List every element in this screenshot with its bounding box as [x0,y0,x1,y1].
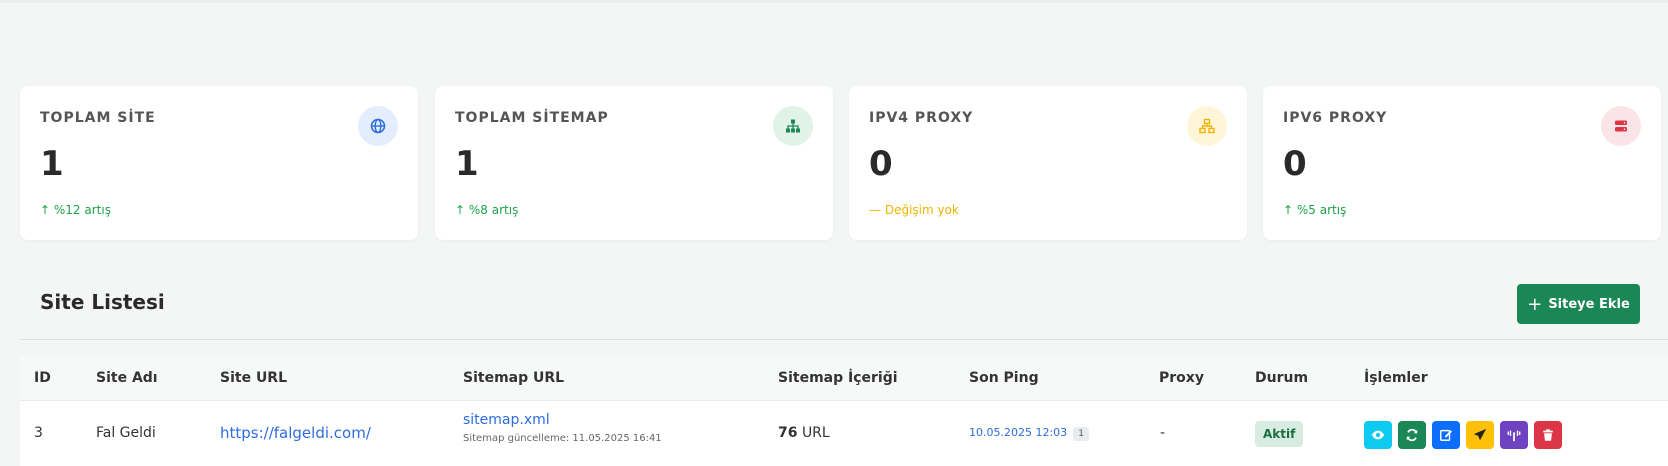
trash-icon [1543,429,1553,441]
stats-cards: TOPLAM SİTE 1 ↑ %12 artış TOPLAM SİTEMAP… [20,86,1668,240]
row-sitemap-link[interactable]: sitemap.xml [463,412,550,428]
col-last-ping: Son Ping [969,370,1039,386]
stat-card-total-sites: TOPLAM SİTE 1 ↑ %12 artış [20,86,418,240]
stat-value: 0 [869,144,893,184]
plus-icon: + [1527,293,1543,315]
stat-trend-text: %5 artış [1296,203,1347,217]
col-proxy: Proxy [1159,370,1204,386]
stat-title: TOPLAM SİTEMAP [455,110,609,126]
stat-title: IPV4 PROXY [869,110,974,126]
ping-button[interactable] [1500,421,1528,449]
section-title: Site Listesi [40,290,165,314]
server-icon [1601,106,1641,146]
stat-value: 1 [40,144,64,184]
col-sitemap-content: Sitemap İçeriği [778,370,898,386]
row-last-ping: 10.05.2025 12:03 1 [969,424,1089,441]
stat-trend: — Değişim yok [869,203,959,217]
arrow-up-icon: ↑ [1283,203,1294,217]
refresh-button[interactable] [1398,421,1426,449]
table-row: 3 Fal Geldi https://falgeldi.com/ sitema… [20,402,1668,466]
table-header: ID Site Adı Site URL Sitemap URL Sitemap… [20,355,1668,401]
stat-value: 1 [455,144,479,184]
stat-trend: ↑ %8 artış [455,203,518,217]
stat-trend: ↑ %12 artış [40,203,111,217]
stat-title: TOPLAM SİTE [40,110,156,126]
send-button[interactable] [1466,421,1494,449]
status-badge: Aktif [1255,421,1304,447]
col-actions: İşlemler [1364,370,1428,386]
edit-icon [1440,429,1453,441]
row-actions [1364,421,1562,449]
stat-card-ipv4-proxy: IPV4 PROXY 0 — Değişim yok [849,86,1247,240]
row-ping-date: 10.05.2025 12:03 [969,426,1068,439]
network-icon [1187,106,1227,146]
ping-icon [1507,430,1521,442]
refresh-icon [1406,428,1418,442]
edit-button[interactable] [1432,421,1460,449]
stat-value: 0 [1283,144,1307,184]
view-icon [1371,430,1385,440]
col-status: Durum [1255,370,1309,386]
stat-card-ipv6-proxy: IPV6 PROXY 0 ↑ %5 artış [1263,86,1661,240]
stat-trend: ↑ %5 artış [1283,203,1346,217]
add-site-button[interactable]: + Siteye Ekle [1517,284,1640,324]
delete-button[interactable] [1534,421,1562,449]
row-sitemap-updated: Sitemap güncelleme: 11.05.2025 16:41 [463,433,662,444]
row-sitemap-content: 76 URL [778,425,830,441]
sitemap-icon [773,106,813,146]
stat-title: IPV6 PROXY [1283,110,1388,126]
row-url-unit: URL [801,425,830,441]
stat-trend-text: %8 artış [468,203,519,217]
row-url-count: 76 [778,425,798,441]
stat-card-total-sitemaps: TOPLAM SİTEMAP 1 ↑ %8 artış [435,86,833,240]
col-sitemap-url: Sitemap URL [463,370,565,386]
add-site-label: Siteye Ekle [1548,296,1630,312]
section-divider [20,339,1668,340]
site-table: ID Site Adı Site URL Sitemap URL Sitemap… [20,355,1668,466]
col-site-name: Site Adı [96,370,158,386]
globe-icon [358,106,398,146]
col-site-url: Site URL [220,370,288,386]
row-id: 3 [34,425,43,441]
row-proxy: - [1160,425,1166,441]
row-site-name: Fal Geldi [96,425,156,441]
dash-icon: — [869,203,881,217]
stat-trend-text: %12 artış [53,203,111,217]
col-id: ID [34,370,51,386]
top-border [0,0,1668,3]
arrow-up-icon: ↑ [455,203,466,217]
send-icon [1473,428,1487,441]
stat-trend-text: Değişim yok [884,203,959,217]
row-ping-count: 1 [1073,427,1089,441]
view-button[interactable] [1364,421,1392,449]
arrow-up-icon: ↑ [40,203,51,217]
row-site-url-link[interactable]: https://falgeldi.com/ [220,424,371,442]
